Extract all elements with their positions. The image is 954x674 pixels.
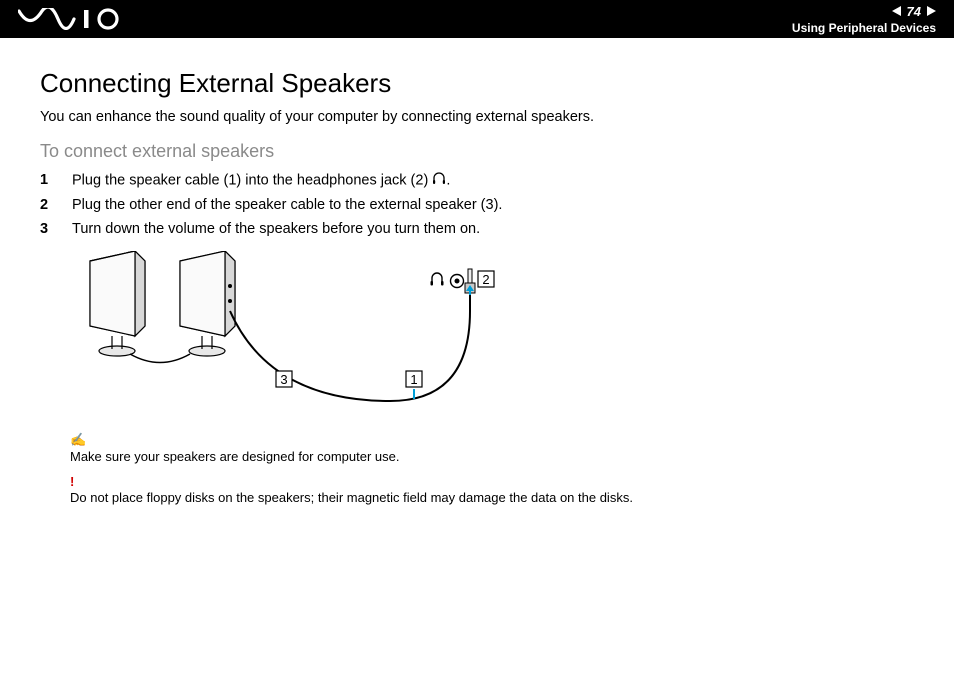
- target-icon: [451, 275, 464, 288]
- vaio-logo: [18, 8, 128, 30]
- intro-text: You can enhance the sound quality of you…: [40, 109, 914, 125]
- step-number: 1: [40, 172, 54, 189]
- step-1: 1 Plug the speaker cable (1) into the he…: [40, 172, 914, 189]
- diagram-label-3: 3: [280, 372, 287, 387]
- page-navigation: 74: [892, 4, 936, 19]
- steps-list: 1 Plug the speaker cable (1) into the he…: [40, 172, 914, 237]
- diagram-label-2: 2: [482, 272, 489, 287]
- section-name: Using Peripheral Devices: [792, 21, 936, 35]
- page-title: Connecting External Speakers: [40, 68, 914, 99]
- note-block: ✍ Make sure your speakers are designed f…: [70, 432, 914, 464]
- headphones-icon: [432, 172, 446, 189]
- note-text: Make sure your speakers are designed for…: [70, 449, 400, 464]
- next-page-arrow[interactable]: [927, 6, 936, 16]
- warning-text: Do not place floppy disks on the speaker…: [70, 490, 633, 505]
- diagram-label-1: 1: [410, 372, 417, 387]
- header-right: 74 Using Peripheral Devices: [792, 4, 936, 35]
- step-text: Turn down the volume of the speakers bef…: [72, 221, 480, 237]
- step-number: 2: [40, 197, 54, 213]
- warning-icon: !: [70, 474, 914, 489]
- warning-block: ! Do not place floppy disks on the speak…: [70, 474, 914, 505]
- headphones-icon: [431, 273, 444, 286]
- step-number: 3: [40, 221, 54, 237]
- connection-diagram: 2 1 3: [70, 251, 914, 416]
- prev-page-arrow[interactable]: [892, 6, 901, 16]
- step-3: 3 Turn down the volume of the speakers b…: [40, 221, 914, 237]
- step-2: 2 Plug the other end of the speaker cabl…: [40, 197, 914, 213]
- step-text: Plug the other end of the speaker cable …: [72, 197, 502, 213]
- subheading: To connect external speakers: [40, 141, 914, 162]
- page-content: Connecting External Speakers You can enh…: [0, 38, 954, 535]
- page-number: 74: [907, 4, 921, 19]
- step-text: Plug the speaker cable (1) into the head…: [72, 172, 450, 189]
- page-header: 74 Using Peripheral Devices: [0, 0, 954, 38]
- note-icon: ✍: [70, 432, 914, 448]
